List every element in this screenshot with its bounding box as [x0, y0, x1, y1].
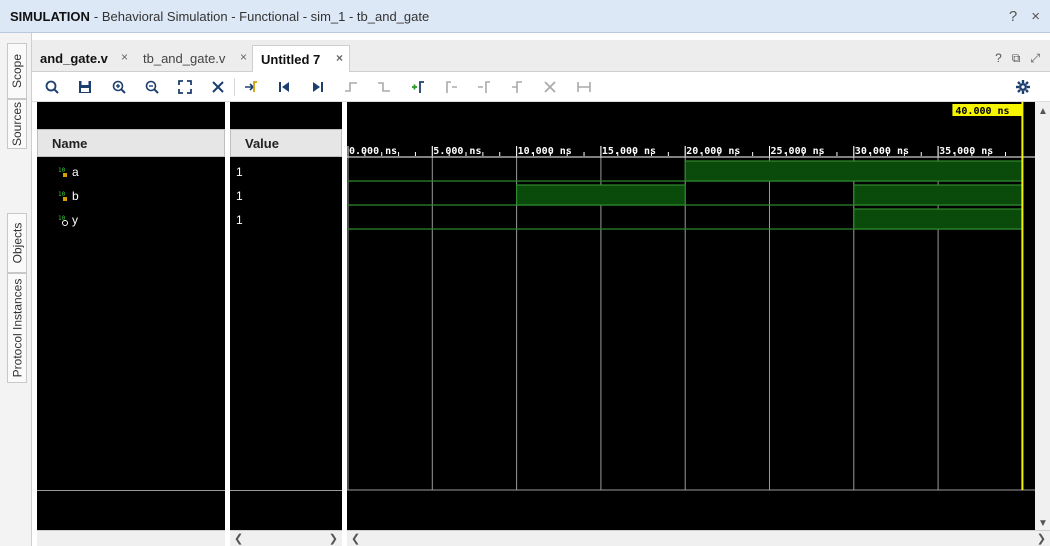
time-label: 35.000 ns [939, 146, 993, 157]
time-label: 10.000 ns [518, 146, 572, 157]
zoom-in-icon[interactable] [108, 77, 130, 97]
window-title-strong: SIMULATION [10, 8, 90, 24]
go-to-time-zero-icon[interactable] [273, 77, 295, 97]
title-bar: SIMULATION - Behavioral Simulation - Fun… [0, 0, 1050, 33]
signal-name-b: b [72, 189, 79, 203]
close-tab-icon[interactable]: × [336, 51, 343, 65]
signal-value-y: 1 [236, 213, 243, 227]
waveform-scrollbar[interactable]: ❮ ❯ [347, 530, 1050, 546]
time-label: 20.000 ns [686, 146, 740, 157]
signal-b-high [516, 184, 686, 206]
settings-icon[interactable] [1012, 77, 1034, 97]
scroll-right-icon[interactable]: ❯ [1037, 532, 1046, 545]
side-tab-bar: Scope Sources Objects Protocol Instances [0, 33, 32, 546]
cursor-time-label: 40.000 ns [955, 106, 1009, 117]
signal-value-b: 1 [236, 189, 243, 203]
svg-text:10: 10 [58, 191, 66, 198]
bit-signal-icon: 10 [58, 167, 67, 177]
zoom-out-icon[interactable] [141, 77, 163, 97]
bit-signal-icon: 10 [58, 191, 67, 201]
signal-name-y: y [72, 213, 78, 227]
name-column-header[interactable]: Name [37, 129, 225, 157]
save-icon[interactable] [74, 77, 96, 97]
signal-row-b[interactable]: 10 b [58, 186, 79, 206]
scroll-right-icon[interactable]: ❯ [329, 532, 338, 545]
time-label: 5.000 ns [433, 146, 481, 157]
signal-name-a: a [72, 165, 79, 179]
waveform-toolbar [32, 72, 1050, 102]
restore-icon[interactable]: ⧉ [1012, 51, 1021, 66]
close-icon[interactable]: × [1031, 8, 1040, 25]
close-tab-icon[interactable]: × [240, 50, 247, 64]
help-icon[interactable]: ? [1009, 8, 1017, 25]
side-tab-scope[interactable]: Scope [7, 43, 27, 99]
waveform-top-strip [347, 102, 1050, 129]
scroll-left-icon[interactable]: ❮ [234, 532, 243, 545]
go-to-last-time-icon[interactable] [307, 77, 329, 97]
time-label: 25.000 ns [771, 146, 825, 157]
waveform-canvas[interactable]: 0.000 ns 5.000 ns 10.000 ns 15.000 ns 20.000… [347, 102, 1050, 530]
scroll-down-icon: ▼ [1038, 518, 1048, 529]
search-icon[interactable] [41, 77, 63, 97]
signal-y-high [853, 208, 1023, 230]
name-column-scrollbar[interactable] [37, 530, 225, 546]
add-marker-icon[interactable] [407, 77, 429, 97]
value-column-header[interactable]: Value [230, 129, 342, 157]
waveform-panel: Name Value 10 a 10 b 10 y 1 1 1 0.000 ns… [32, 102, 1050, 546]
editor-tabs: and_gate.v × tb_and_gate.v × Untitled 7 … [32, 40, 1050, 72]
help-icon[interactable]: ? [995, 51, 1002, 66]
signal-row-y[interactable]: 10 y [58, 210, 78, 230]
scroll-left-icon[interactable]: ❮ [351, 532, 360, 545]
vertical-scrollbar [1035, 102, 1050, 530]
scroll-up-icon: ▲ [1038, 106, 1048, 117]
svg-text:10: 10 [58, 167, 66, 174]
time-label: 30.000 ns [855, 146, 909, 157]
delete-marker-icon[interactable] [539, 77, 561, 97]
tab-and-gate-v[interactable]: and_gate.v × [32, 45, 134, 72]
side-tab-protocol-instances[interactable]: Protocol Instances [7, 273, 27, 383]
time-label: 0.000 ns [349, 146, 397, 157]
value-column-scrollbar[interactable]: ❮ ❯ [230, 530, 342, 546]
signal-row-a[interactable]: 10 a [58, 162, 79, 182]
bit-signal-icon: 10 [58, 215, 68, 226]
swap-markers-icon[interactable] [506, 77, 528, 97]
signal-a-high [684, 160, 1024, 182]
next-transition-icon[interactable] [373, 77, 395, 97]
previous-transition-icon[interactable] [340, 77, 362, 97]
next-marker-icon[interactable] [473, 77, 495, 97]
side-tab-objects[interactable]: Objects [7, 213, 27, 273]
previous-marker-icon[interactable] [440, 77, 462, 97]
side-tab-sources[interactable]: Sources [7, 99, 27, 149]
window-title-rest: - Behavioral Simulation - Functional - s… [93, 8, 430, 24]
tab-tb-and-gate-v[interactable]: tb_and_gate.v × [135, 45, 253, 72]
goto-cursor-icon[interactable] [240, 77, 262, 97]
signal-value-a: 1 [236, 165, 243, 179]
zoom-fit-icon[interactable] [174, 77, 196, 97]
tab-untitled-7[interactable]: Untitled 7 × [252, 45, 350, 72]
swap-cursor-icon[interactable] [207, 77, 229, 97]
close-tab-icon[interactable]: × [121, 50, 128, 64]
maximize-icon[interactable]: ⤢ [1030, 51, 1040, 66]
signal-b-high [853, 184, 1023, 206]
snap-icon[interactable] [573, 77, 595, 97]
time-label: 15.000 ns [602, 146, 656, 157]
